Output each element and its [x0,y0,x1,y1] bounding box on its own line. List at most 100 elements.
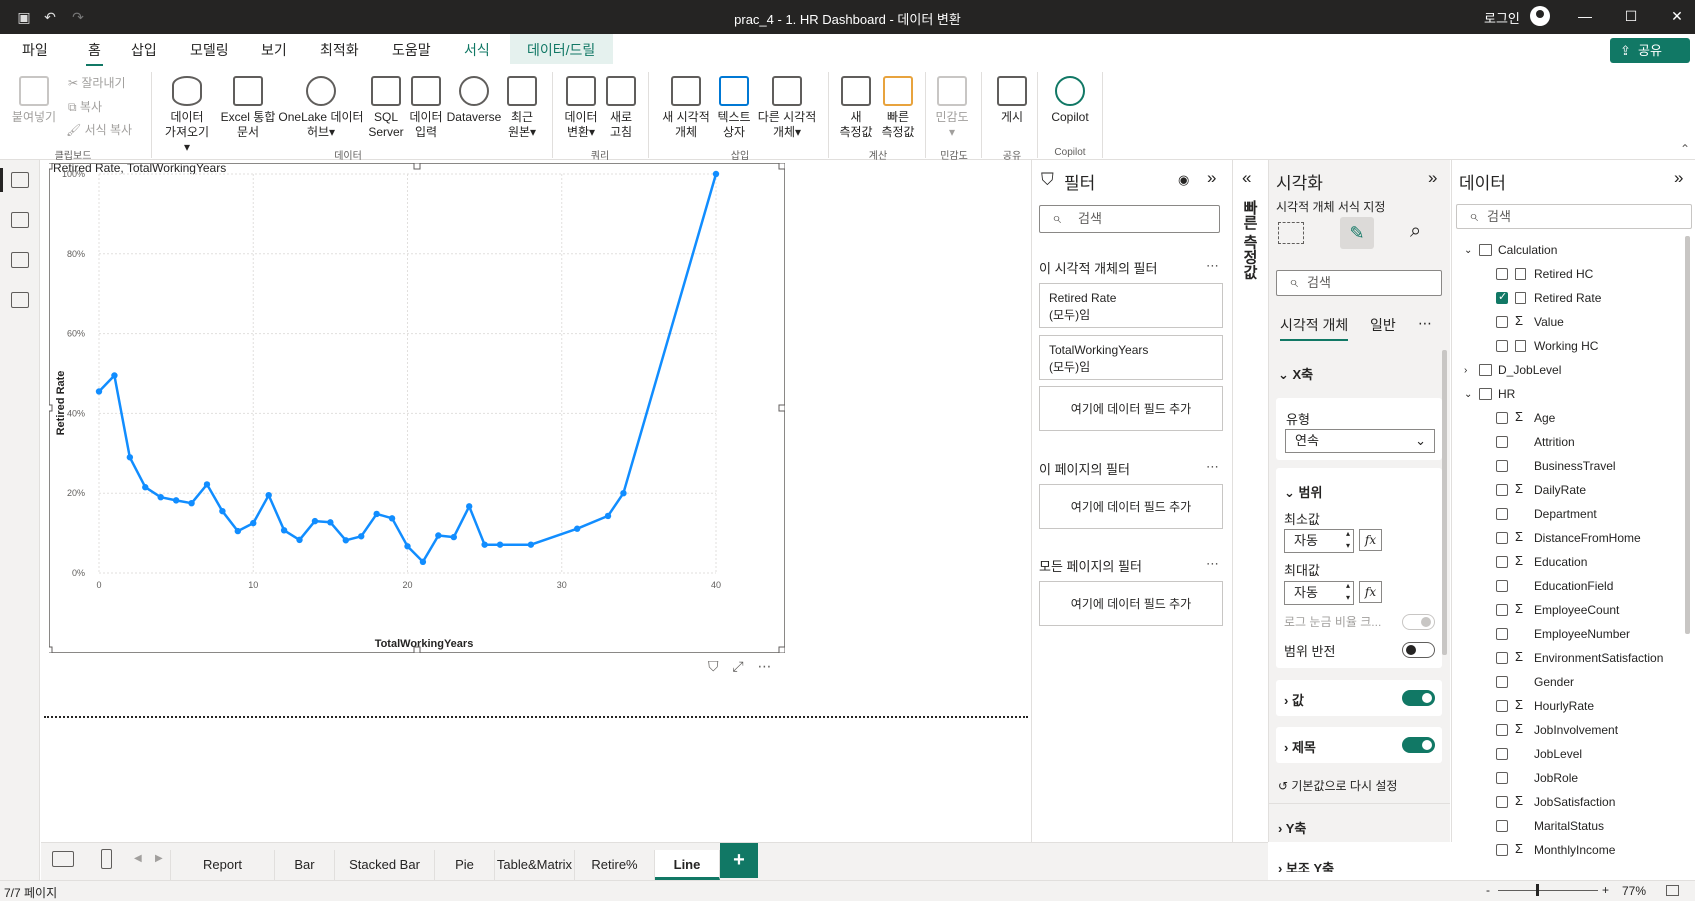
add-visual-filter-field[interactable]: 여기에 데이터 필드 추가 [1039,386,1223,431]
field-name[interactable]: HourlyRate [1534,699,1594,713]
add-page-filter-field[interactable]: 여기에 데이터 필드 추가 [1039,484,1223,529]
new-measure-button[interactable]: 새 측정값 [834,76,878,140]
field-checkbox[interactable] [1496,604,1508,616]
collapse-data-pane-button[interactable]: » [1674,168,1683,188]
tab-optimize[interactable]: 최적화 [320,40,359,60]
chevron-right-icon[interactable]: › [1464,365,1467,376]
paste-button[interactable]: 붙여넣기 [8,76,60,125]
invert-range-toggle[interactable] [1402,642,1435,658]
tab-visual[interactable]: 시각적 개체 [1280,315,1349,341]
visual-more-options-icon[interactable]: ⋯ [757,658,771,674]
visual-filter-icon[interactable]: ⛉ [708,658,719,674]
expand-quick-measure-button[interactable]: « [1242,168,1251,188]
field-name[interactable]: EmployeeCount [1534,603,1619,617]
field-name[interactable]: Attrition [1534,435,1575,449]
field-name[interactable]: JobLevel [1534,747,1582,761]
page-filters-more-icon[interactable]: ⋯ [1206,459,1219,475]
chevron-down-icon[interactable]: ⌄ [1464,389,1472,400]
field-name[interactable]: EnvironmentSatisfaction [1534,651,1663,665]
format-painter-button[interactable]: 🖌 서식 복사 [66,121,132,138]
refresh-button[interactable]: 새로 고침 [604,76,638,140]
model-view-icon[interactable] [11,252,29,268]
table-name[interactable]: Calculation [1498,243,1557,257]
field-checkbox[interactable] [1496,484,1508,496]
page-tab-bar[interactable]: Bar [275,850,335,880]
format-visual-icon[interactable]: ✎ [1340,217,1374,249]
copy-button[interactable]: ⧉ 복사 [68,98,102,115]
field-name[interactable]: JobRole [1534,771,1578,785]
close-button[interactable]: ✕ [1667,8,1687,25]
dataverse-button[interactable]: Dataverse [446,76,502,125]
tab-format[interactable]: 서식 [464,40,490,60]
scroll-tabs-right-icon[interactable]: ▶ [155,853,163,864]
visual-format-more-icon[interactable]: ⋯ [1418,315,1432,332]
table-name[interactable]: HR [1498,387,1515,401]
field-name[interactable]: Value [1534,315,1564,329]
field-checkbox[interactable] [1496,628,1508,640]
filter-card-totalworkingyears[interactable]: TotalWorkingYears (모두)임 [1039,335,1223,380]
field-checkbox[interactable] [1496,700,1508,712]
eye-icon[interactable]: ◉ [1178,172,1189,188]
field-name[interactable]: Age [1534,411,1555,425]
visual-format-search-input[interactable]: 검색 [1276,270,1442,296]
user-avatar-icon[interactable] [1530,6,1550,26]
copilot-button[interactable]: Copilot [1044,76,1096,125]
page-tab-report[interactable]: Report [170,850,275,880]
data-pane-scrollbar[interactable] [1685,236,1690,634]
page-tab-stacked-bar[interactable]: Stacked Bar [335,850,435,880]
field-checkbox[interactable] [1496,556,1508,568]
minimize-button[interactable]: — [1575,8,1595,24]
report-view-icon[interactable] [11,172,29,188]
analytics-icon[interactable]: ⌕ [1410,220,1421,243]
field-checkbox[interactable] [1496,580,1508,592]
filter-card-retired-rate[interactable]: Retired Rate (모두)임 [1039,283,1223,328]
field-checkbox[interactable] [1496,508,1508,520]
field-checkbox[interactable] [1496,844,1508,856]
field-name[interactable]: MaritalStatus [1534,819,1604,833]
field-checkbox[interactable] [1496,290,1508,304]
field-checkbox[interactable] [1496,340,1508,352]
more-visuals-button[interactable]: 다른 시각적 개체▾ [752,76,822,140]
values-section-header[interactable]: › 값 [1284,690,1304,709]
field-checkbox[interactable] [1496,748,1508,760]
field-checkbox[interactable] [1496,268,1508,280]
field-name[interactable]: Retired HC [1534,267,1593,281]
field-checkbox[interactable] [1496,412,1508,424]
field-name[interactable]: EducationField [1534,579,1613,593]
field-checkbox[interactable] [1496,820,1508,832]
tab-file[interactable]: 파일 [22,40,48,60]
field-checkbox[interactable] [1496,316,1508,328]
min-fx-button[interactable]: fx [1359,529,1382,551]
field-name[interactable]: DailyRate [1534,483,1586,497]
zoom-slider-track[interactable] [1498,890,1598,891]
field-checkbox[interactable] [1496,676,1508,688]
all-pages-filters-more-icon[interactable]: ⋯ [1206,556,1219,572]
title-section-header[interactable]: › 제목 [1284,737,1316,756]
maximize-button[interactable]: ☐ [1621,8,1641,25]
reset-default-button[interactable]: ↺ 기본값으로 다시 설정 [1278,777,1397,794]
data-search-input[interactable]: 검색 [1456,204,1692,229]
field-checkbox[interactable] [1496,772,1508,784]
field-checkbox[interactable] [1496,796,1508,808]
share-button[interactable]: 공유 [1610,38,1690,63]
new-visual-button[interactable]: 새 시각적 개체 [656,76,716,140]
recent-sources-button[interactable]: 최근 원본▾ [502,76,542,140]
zoom-out-button[interactable]: - [1486,883,1490,897]
field-checkbox[interactable] [1496,652,1508,664]
field-checkbox[interactable] [1496,532,1508,544]
mobile-layout-icon[interactable] [101,849,112,869]
field-name[interactable]: JobInvolvement [1534,723,1618,737]
add-page-button[interactable]: + [720,843,758,878]
tab-home[interactable]: 홈 [86,40,103,67]
axis-type-select[interactable]: 연속 ⌄ [1285,429,1435,453]
field-name[interactable]: BusinessTravel [1534,459,1616,473]
excel-workbook-button[interactable]: Excel 통합 문서 [218,76,278,140]
quick-measure-button[interactable]: 빠른 측정값 [876,76,920,140]
zoom-in-button[interactable]: + [1602,883,1609,897]
page-tab-retire-percent[interactable]: Retire% [575,850,655,880]
tab-general[interactable]: 일반 [1370,315,1396,335]
enter-data-button[interactable]: 데이터 입력 [406,76,446,140]
chevron-down-icon[interactable]: ⌄ [1464,245,1472,256]
field-name[interactable]: Working HC [1534,339,1598,353]
field-name[interactable]: DistanceFromHome [1534,531,1641,545]
